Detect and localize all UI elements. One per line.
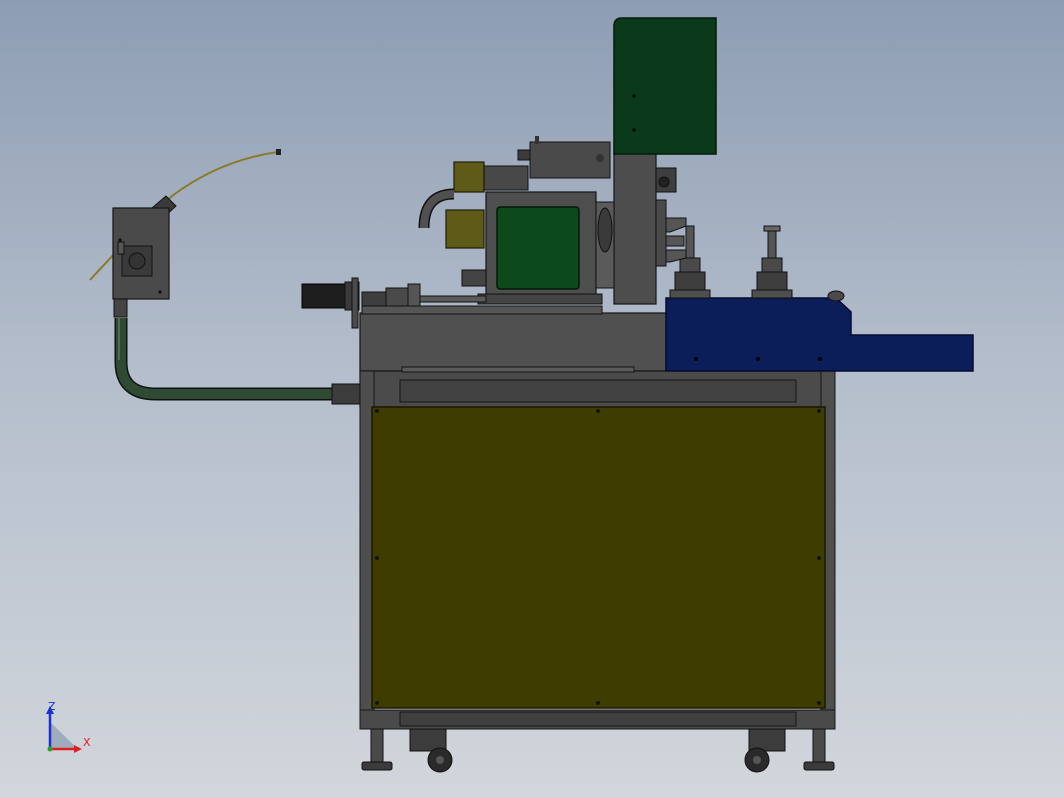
tray-knob	[827, 290, 845, 302]
gripper-fingers	[655, 199, 687, 267]
machine-frame	[359, 312, 836, 730]
cad-viewport[interactable]: Z X	[0, 0, 1064, 798]
hose-fitting	[331, 383, 363, 405]
tray-spindles	[669, 225, 793, 299]
machine-assembly-drawing: Z X	[46, 17, 974, 773]
control-monitor	[613, 17, 717, 155]
feeder-bolt	[118, 238, 122, 242]
x-axis-label: X	[83, 736, 91, 749]
axis-triad: Z X	[46, 700, 91, 753]
drive-motor	[301, 277, 360, 329]
wire-conduit-hose	[114, 318, 363, 405]
frame-rail-inner	[399, 379, 797, 403]
feeder-side-knob	[117, 241, 125, 255]
base-plate-top	[359, 312, 667, 372]
process-head	[477, 191, 615, 305]
z-axis-label: Z	[48, 700, 56, 713]
output-tray	[665, 290, 974, 372]
feeder-bolt	[158, 290, 162, 294]
frame-bottom-inner	[399, 711, 797, 727]
head-base	[477, 293, 603, 305]
feeder-roller	[128, 252, 146, 270]
y-axis-dot	[47, 746, 53, 752]
wire-feeder-assembly	[89, 149, 281, 318]
triad-plane-shadow	[50, 722, 78, 749]
casters	[409, 728, 786, 773]
feeder-mount	[113, 298, 128, 318]
front-guard-panel	[371, 406, 826, 709]
x-axis-arrow	[74, 745, 82, 753]
base-plate-lip	[401, 366, 635, 373]
camera-module	[517, 136, 611, 179]
head-green-face	[496, 206, 580, 290]
wire-end-cap	[276, 149, 281, 155]
